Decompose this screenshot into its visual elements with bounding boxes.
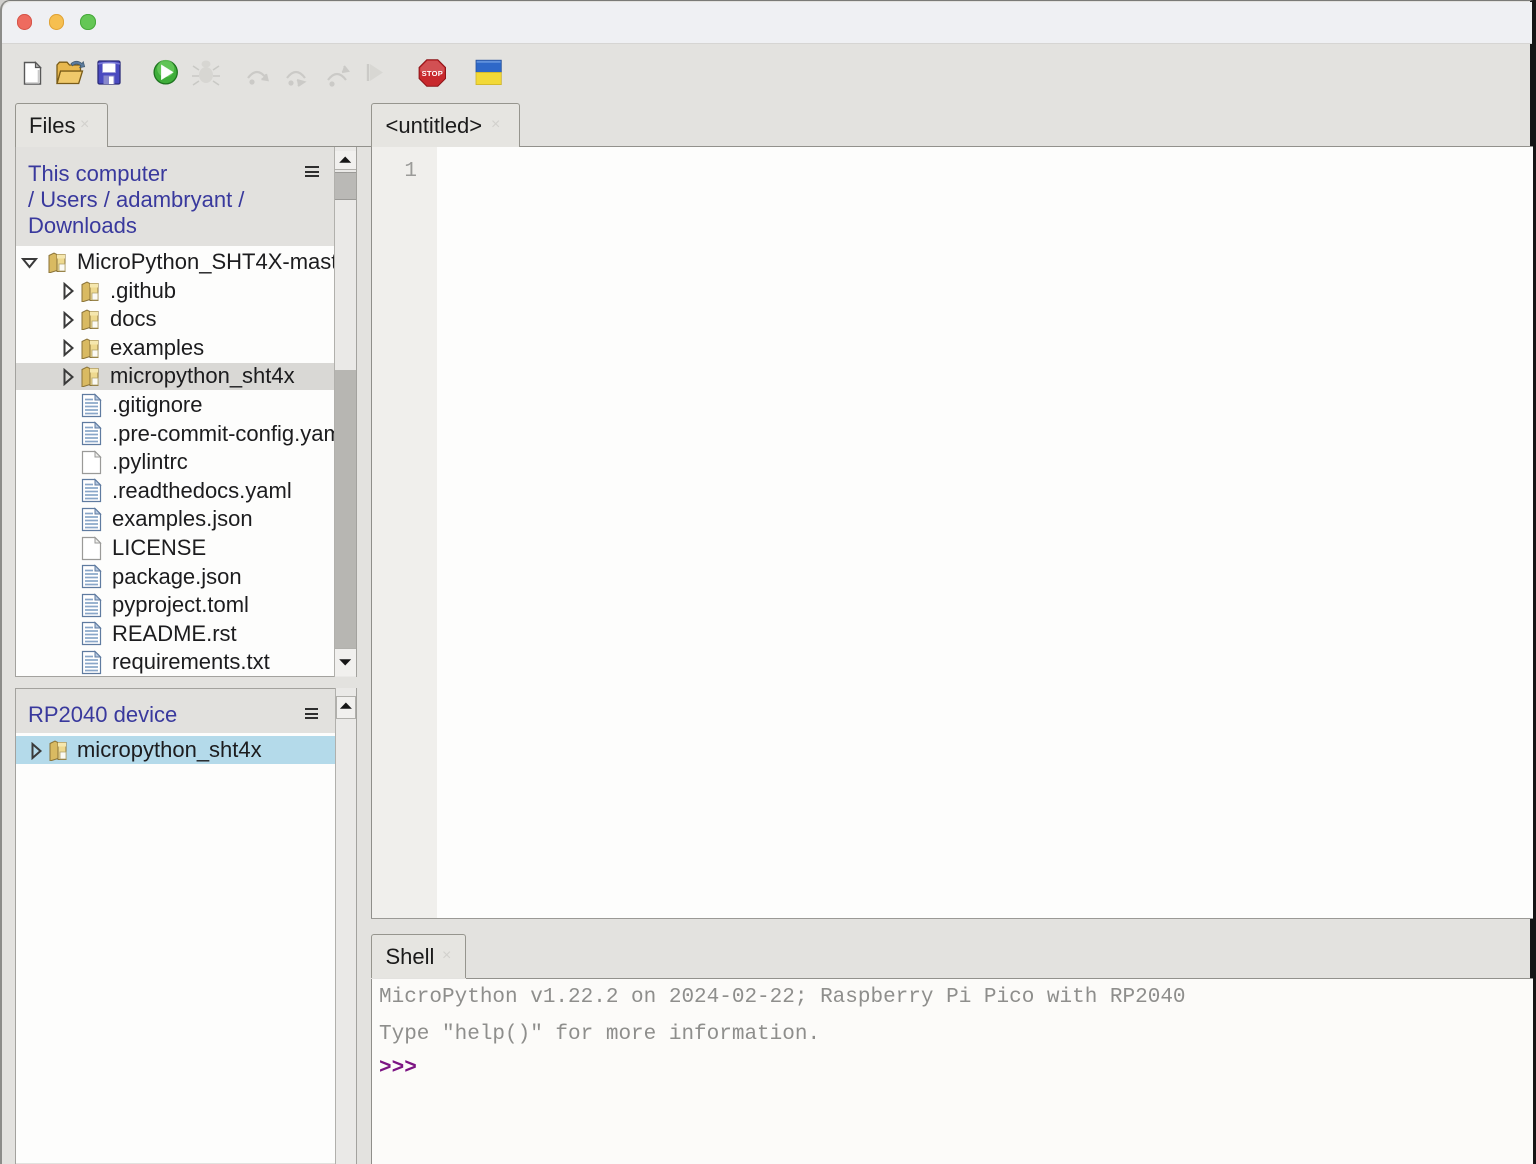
svg-text:STOP: STOP xyxy=(422,69,443,78)
